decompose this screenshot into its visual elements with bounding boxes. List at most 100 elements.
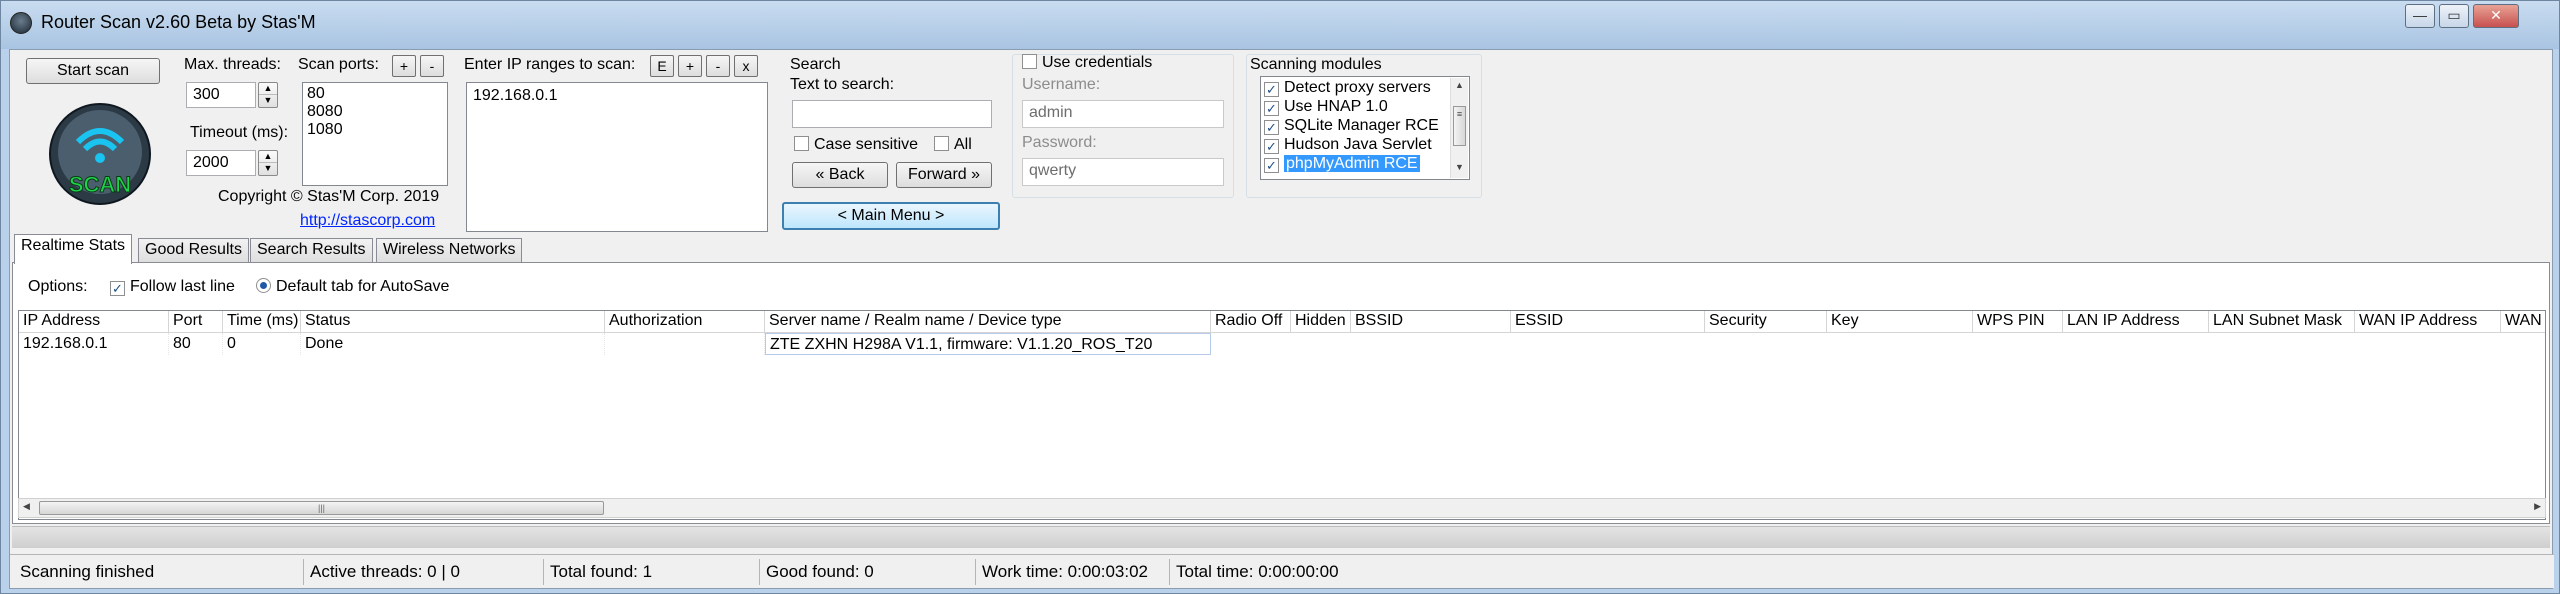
- window-title: Router Scan v2.60 Beta by Stas'M: [41, 12, 316, 32]
- module-item[interactable]: ✓ SQLite Manager RCE: [1264, 116, 1466, 135]
- add-port-button[interactable]: +: [392, 55, 416, 77]
- cell-port[interactable]: 80: [169, 333, 223, 355]
- column-header[interactable]: Hidden: [1291, 311, 1351, 333]
- column-header[interactable]: Security: [1705, 311, 1827, 333]
- column-header[interactable]: Radio Off: [1211, 311, 1291, 333]
- scan-state: Scanning finished: [14, 559, 304, 585]
- search-forward-button[interactable]: Forward »: [896, 162, 992, 188]
- scan-logo: SCAN: [49, 103, 151, 205]
- app-icon: [10, 12, 32, 34]
- cell-ip[interactable]: 192.168.0.1: [19, 333, 169, 355]
- minimize-icon[interactable]: —: [2405, 4, 2435, 28]
- column-header[interactable]: Status: [301, 311, 605, 333]
- panel-splitter[interactable]: [12, 526, 2550, 548]
- timeout-spinner[interactable]: ▲ ▼: [258, 150, 278, 176]
- default-tab-radio[interactable]: Default tab for AutoSave: [256, 278, 449, 296]
- cell-time[interactable]: 0: [223, 333, 301, 355]
- max-threads-label: Max. threads:: [184, 56, 281, 73]
- column-header[interactable]: LAN Subnet Mask: [2209, 311, 2355, 333]
- radio-icon: [256, 278, 271, 293]
- column-header[interactable]: LAN IP Address: [2063, 311, 2209, 333]
- password-field[interactable]: qwerty: [1022, 158, 1224, 186]
- grid-horizontal-scrollbar[interactable]: ◀ ||| ▶: [18, 498, 2546, 518]
- check-icon: ✓: [110, 281, 125, 296]
- start-scan-button[interactable]: Start scan: [26, 58, 160, 84]
- check-icon: ✓: [1264, 101, 1279, 116]
- column-header[interactable]: WAN Su: [2501, 311, 2545, 333]
- ip-ranges-list[interactable]: 192.168.0.1: [466, 82, 768, 232]
- search-text-label: Text to search:: [790, 76, 895, 93]
- max-threads-spinner[interactable]: ▲ ▼: [258, 82, 278, 108]
- check-icon: ✓: [1264, 158, 1279, 173]
- column-header[interactable]: Time (ms): [223, 311, 301, 333]
- maximize-icon[interactable]: ▭: [2439, 4, 2469, 28]
- modules-scrollbar[interactable]: ▲ ≡ ▼: [1450, 78, 1468, 178]
- table-row[interactable]: 192.168.0.1 80 0 Done ZTE ZXHN H298A V1.…: [19, 333, 2545, 355]
- scroll-down-icon[interactable]: ▼: [1451, 160, 1468, 174]
- module-item[interactable]: ✓ Detect proxy servers: [1264, 78, 1466, 97]
- password-label: Password:: [1022, 134, 1097, 151]
- copyright-text: Copyright © Stas'M Corp. 2019: [218, 188, 440, 205]
- case-sensitive-checkbox[interactable]: Case sensitive: [794, 136, 918, 154]
- edit-range-button[interactable]: E: [650, 55, 674, 77]
- use-credentials-checkbox[interactable]: Use credentials: [1022, 54, 1152, 72]
- scroll-thumb[interactable]: ≡: [1453, 106, 1466, 146]
- scroll-left-icon[interactable]: ◀: [23, 501, 30, 512]
- add-range-button[interactable]: +: [678, 55, 702, 77]
- check-icon: ✓: [1264, 82, 1279, 97]
- scroll-thumb[interactable]: |||: [39, 501, 604, 515]
- column-header[interactable]: Authorization: [605, 311, 765, 333]
- module-item[interactable]: ✓ Hudson Java Servlet: [1264, 135, 1466, 154]
- check-icon: ✓: [1264, 139, 1279, 154]
- ip-range-item[interactable]: 192.168.0.1: [473, 87, 761, 105]
- tab-realtime-stats[interactable]: Realtime Stats: [14, 234, 133, 264]
- close-icon[interactable]: ✕: [2473, 4, 2519, 28]
- port-item[interactable]: 80: [307, 85, 443, 103]
- column-header[interactable]: BSSID: [1351, 311, 1511, 333]
- total-time: Total time: 0:00:00:00: [1176, 562, 1339, 581]
- column-header[interactable]: Port: [169, 311, 223, 333]
- cell-status[interactable]: Done: [301, 333, 605, 355]
- column-header[interactable]: WAN IP Address: [2355, 311, 2501, 333]
- remove-port-button[interactable]: -: [420, 55, 444, 77]
- ports-list[interactable]: 80 8080 1080: [302, 82, 448, 186]
- clear-ranges-button[interactable]: x: [734, 55, 758, 77]
- port-item[interactable]: 1080: [307, 121, 443, 139]
- checkbox-icon: [934, 136, 949, 151]
- results-grid[interactable]: IP Address Port Time (ms) Status Authori…: [18, 310, 2546, 520]
- column-header[interactable]: WPS PIN: [1973, 311, 2063, 333]
- tab-wireless-networks[interactable]: Wireless Networks: [376, 238, 523, 262]
- options-label: Options:: [28, 278, 88, 295]
- column-header[interactable]: IP Address: [19, 311, 169, 333]
- ip-ranges-label: Enter IP ranges to scan:: [464, 56, 636, 73]
- scroll-right-icon[interactable]: ▶: [2534, 501, 2541, 512]
- module-item[interactable]: ✓ phpMyAdmin RCE: [1264, 154, 1466, 173]
- cell-server-name[interactable]: ZTE ZXHN H298A V1.1, firmware: V1.1.20_R…: [765, 333, 1211, 355]
- port-item[interactable]: 8080: [307, 103, 443, 121]
- follow-last-line-checkbox[interactable]: ✓ Follow last line: [110, 278, 235, 296]
- remove-range-button[interactable]: -: [706, 55, 730, 77]
- cell-authorization[interactable]: [605, 333, 765, 355]
- check-icon: ✓: [1264, 120, 1279, 135]
- timeout-input[interactable]: 2000: [186, 150, 256, 176]
- modules-list[interactable]: ✓ Detect proxy servers ✓ Use HNAP 1.0 ✓ SQL…: [1260, 76, 1470, 180]
- tab-good-results[interactable]: Good Results: [138, 238, 249, 262]
- scroll-up-icon[interactable]: ▲: [1451, 78, 1468, 92]
- good-found: Good found: 0: [760, 559, 976, 585]
- title-bar[interactable]: Router Scan v2.60 Beta by Stas'M — ▭ ✕: [1, 1, 2559, 49]
- column-header[interactable]: ESSID: [1511, 311, 1705, 333]
- column-header[interactable]: Key: [1827, 311, 1973, 333]
- column-header[interactable]: Server name / Realm name / Device type: [765, 311, 1211, 333]
- tab-search-results[interactable]: Search Results: [250, 238, 373, 262]
- search-back-button[interactable]: « Back: [792, 162, 888, 188]
- website-link[interactable]: http://stascorp.com: [300, 212, 435, 230]
- search-all-checkbox[interactable]: All: [934, 136, 972, 154]
- main-menu-button[interactable]: < Main Menu >: [782, 202, 1000, 230]
- timeout-label: Timeout (ms):: [190, 124, 289, 141]
- module-item[interactable]: ✓ Use HNAP 1.0: [1264, 97, 1466, 116]
- search-input[interactable]: [792, 100, 992, 128]
- scan-ports-label: Scan ports:: [298, 56, 379, 73]
- username-field[interactable]: admin: [1022, 100, 1224, 128]
- checkbox-icon: [794, 136, 809, 151]
- max-threads-input[interactable]: 300: [186, 82, 256, 108]
